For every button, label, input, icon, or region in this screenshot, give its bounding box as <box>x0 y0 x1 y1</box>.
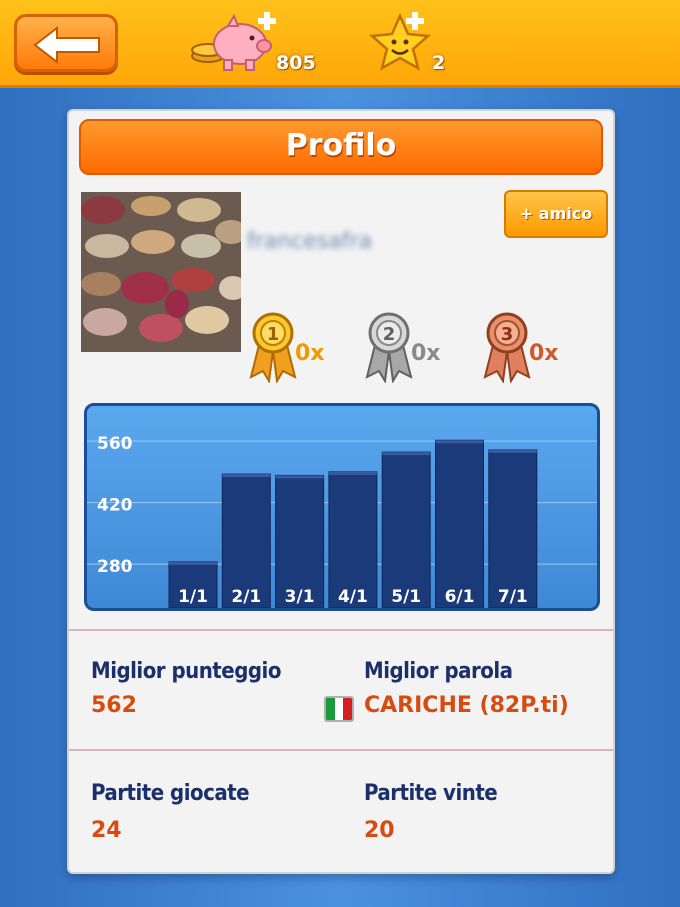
svg-text:2: 2 <box>383 324 396 345</box>
coins-value: 805 <box>276 52 316 74</box>
x-tick-label: 3/1 <box>285 587 315 607</box>
italy-flag-icon <box>324 696 354 722</box>
top-bar: 805 2 <box>0 0 680 88</box>
chart-bar-highlight <box>328 471 377 475</box>
chart-bar-highlight <box>435 440 484 444</box>
chart-bar <box>488 449 538 608</box>
chart-bar-highlight <box>275 475 324 479</box>
piggy-bank-icon <box>191 12 276 71</box>
best-word-label: Miglior parola <box>364 659 513 684</box>
page-title: Profilo <box>79 119 603 175</box>
chart-bar-highlight <box>382 452 431 456</box>
back-button[interactable] <box>14 14 118 72</box>
x-tick-label: 4/1 <box>338 587 368 607</box>
x-tick-label: 6/1 <box>445 587 475 607</box>
best-score-label: Miglior punteggio <box>91 659 281 684</box>
stars-value: 2 <box>432 52 446 74</box>
chart-bar-highlight <box>222 474 271 478</box>
chart-bar <box>435 439 484 608</box>
avatar[interactable] <box>81 192 241 352</box>
profile-panel: Profilo francesafra + amico 1 0x 2 0x 3 … <box>67 109 615 874</box>
best-word-value: CARICHE (82P.ti) <box>364 693 569 718</box>
coins-counter[interactable]: 805 <box>190 10 316 80</box>
silver-medal-icon: 2 <box>365 312 413 384</box>
medal-bronze: 3 0x <box>479 311 559 387</box>
y-tick-label: 560 <box>97 434 133 454</box>
username: francesafra <box>247 229 373 254</box>
divider-2 <box>69 749 613 751</box>
chart-bar-highlight <box>169 561 217 565</box>
bronze-medal-count: 0x <box>529 341 559 366</box>
svg-text:1: 1 <box>267 324 280 345</box>
x-tick-label: 7/1 <box>498 587 528 607</box>
medal-silver: 2 0x <box>361 311 441 387</box>
add-friend-button[interactable]: + amico <box>504 190 608 238</box>
y-tick-label: 280 <box>97 557 133 577</box>
arrow-left-icon <box>33 26 100 64</box>
svg-text:3: 3 <box>501 324 514 345</box>
star-icon <box>368 12 432 71</box>
x-tick-label: 5/1 <box>391 587 421 607</box>
score-chart-svg: 1/1 2/1 3/1 4/1 5/1 6/1 7/1 280 420 560 <box>87 434 597 608</box>
x-tick-label: 2/1 <box>231 587 261 607</box>
y-tick-label: 420 <box>97 496 133 516</box>
medal-gold: 1 0x <box>245 311 325 387</box>
games-played-value: 24 <box>91 818 122 843</box>
stars-counter[interactable]: 2 <box>368 10 445 80</box>
games-played-label: Partite giocate <box>91 781 250 806</box>
divider-1 <box>69 629 613 631</box>
x-tick-label: 1/1 <box>178 587 208 607</box>
silver-medal-count: 0x <box>411 341 441 366</box>
chart-bar-highlight <box>488 449 537 453</box>
gold-medal-icon: 1 <box>249 312 297 384</box>
score-chart: 1/1 2/1 3/1 4/1 5/1 6/1 7/1 280 420 560 <box>84 403 600 611</box>
games-won-label: Partite vinte <box>364 781 498 806</box>
chart-bar <box>381 451 431 608</box>
best-score-value: 562 <box>91 693 137 718</box>
bronze-medal-icon: 3 <box>483 312 531 384</box>
gold-medal-count: 0x <box>295 341 325 366</box>
games-won-value: 20 <box>364 818 395 843</box>
